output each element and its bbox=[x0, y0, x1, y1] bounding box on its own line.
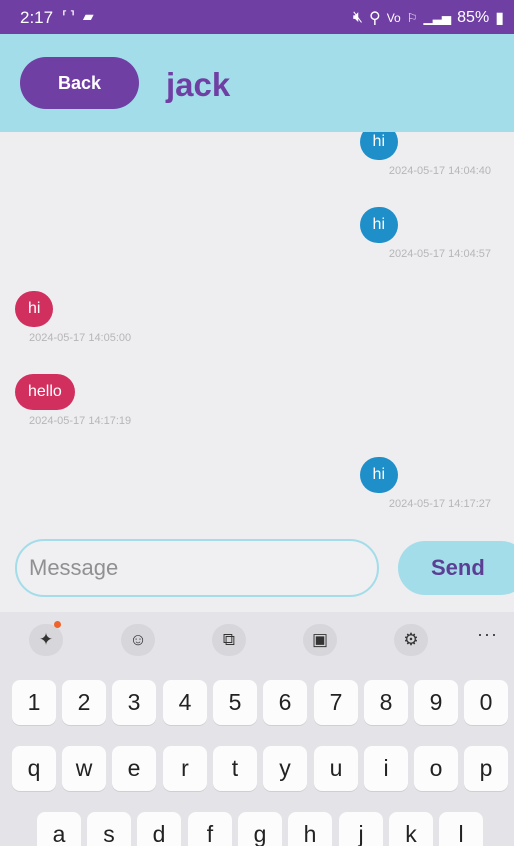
message-input[interactable] bbox=[15, 539, 379, 597]
battery-percent: 85% bbox=[457, 9, 490, 26]
battery-icon: ▮ bbox=[495, 10, 504, 27]
message-bubble-sent: hi bbox=[359, 457, 398, 493]
chat-header: Back jack bbox=[0, 34, 514, 132]
message-bubble-sent: hi bbox=[359, 132, 398, 160]
key-0[interactable]: 0 bbox=[464, 680, 508, 725]
on-screen-keyboard: ✦ ☺ ⧉ ▣ ⚙ ··· 1 2 3 4 5 6 7 8 9 0 q w e … bbox=[0, 612, 514, 846]
status-bar: 2:17 ⸢⸣ ▰ 🔇︎ ⚲ Vo ⚐ ▁▃▅ 85% ▮ bbox=[0, 0, 514, 34]
send-button[interactable]: Send bbox=[398, 541, 514, 595]
key-6[interactable]: 6 bbox=[263, 680, 307, 725]
key-e[interactable]: e bbox=[112, 746, 156, 791]
message-timestamp: 2024-05-17 14:04:57 bbox=[388, 248, 491, 260]
key-g[interactable]: g bbox=[238, 812, 282, 846]
key-s[interactable]: s bbox=[87, 812, 131, 846]
key-h[interactable]: h bbox=[288, 812, 332, 846]
message-timestamp: 2024-05-17 14:17:27 bbox=[388, 498, 491, 510]
notification-icons: ⸢⸣ ▰ bbox=[62, 8, 96, 24]
key-y[interactable]: y bbox=[263, 746, 307, 791]
key-9[interactable]: 9 bbox=[414, 680, 458, 725]
message-item: hello 2024-05-17 14:17:19 bbox=[15, 374, 131, 427]
key-3[interactable]: 3 bbox=[112, 680, 156, 725]
chat-title: jack bbox=[166, 66, 231, 103]
status-icons: 🔇︎ ⚲ Vo ⚐ ▁▃▅ 85% ▮ bbox=[353, 8, 504, 28]
mute-icon: 🔇︎ bbox=[352, 9, 363, 26]
message-item: hi 2024-05-17 14:05:00 bbox=[15, 291, 131, 344]
more-options-icon[interactable]: ··· bbox=[477, 624, 498, 645]
back-button[interactable]: Back bbox=[20, 57, 139, 109]
volte-icon: Vo bbox=[386, 11, 401, 25]
key-8[interactable]: 8 bbox=[364, 680, 408, 725]
message-timestamp: 2024-05-17 14:17:19 bbox=[29, 415, 132, 427]
key-2[interactable]: 2 bbox=[62, 680, 106, 725]
key-d[interactable]: d bbox=[137, 812, 181, 846]
notification-dot bbox=[54, 621, 61, 628]
key-5[interactable]: 5 bbox=[213, 680, 257, 725]
key-k[interactable]: k bbox=[389, 812, 433, 846]
keyboard-toolbar: ✦ ☺ ⧉ ▣ ⚙ ··· bbox=[0, 612, 514, 668]
key-p[interactable]: p bbox=[464, 746, 508, 791]
key-1[interactable]: 1 bbox=[12, 680, 56, 725]
key-i[interactable]: i bbox=[364, 746, 408, 791]
location-icon: ⚲ bbox=[368, 10, 381, 27]
message-item: hi 2024-05-17 14:04:57 bbox=[0, 207, 514, 260]
key-o[interactable]: o bbox=[414, 746, 458, 791]
message-bubble-sent: hi bbox=[359, 207, 398, 243]
message-list[interactable]: hi 2024-05-17 14:04:40 hi 2024-05-17 14:… bbox=[0, 132, 514, 527]
clipboard-icon[interactable]: ▣ bbox=[303, 624, 337, 656]
emoji-icon[interactable]: ☺ bbox=[121, 624, 155, 656]
settings-icon[interactable]: ⚙ bbox=[394, 624, 428, 656]
message-bubble-received: hi bbox=[15, 291, 54, 327]
key-4[interactable]: 4 bbox=[163, 680, 207, 725]
translate-icon[interactable]: ⧉ bbox=[212, 624, 246, 656]
message-composer: Send bbox=[0, 536, 514, 606]
message-timestamp: 2024-05-17 14:05:00 bbox=[29, 332, 132, 344]
key-l[interactable]: l bbox=[439, 812, 483, 846]
key-w[interactable]: w bbox=[62, 746, 106, 791]
key-u[interactable]: u bbox=[314, 746, 358, 791]
key-t[interactable]: t bbox=[213, 746, 257, 791]
key-r[interactable]: r bbox=[163, 746, 207, 791]
message-item: hi 2024-05-17 14:17:27 bbox=[0, 457, 514, 510]
message-item: hi 2024-05-17 14:04:40 bbox=[0, 132, 514, 177]
key-f[interactable]: f bbox=[188, 812, 232, 846]
key-j[interactable]: j bbox=[339, 812, 383, 846]
key-q[interactable]: q bbox=[12, 746, 56, 791]
key-a[interactable]: a bbox=[37, 812, 81, 846]
status-time: 2:17 bbox=[20, 8, 54, 27]
wifi-calling-icon: ⚐ bbox=[406, 11, 418, 25]
message-timestamp: 2024-05-17 14:04:40 bbox=[388, 165, 491, 177]
signal-icon: ▁▃▅ bbox=[423, 11, 452, 25]
key-7[interactable]: 7 bbox=[314, 680, 358, 725]
sparkle-icon[interactable]: ✦ bbox=[29, 621, 63, 656]
message-bubble-received: hello bbox=[15, 374, 75, 410]
